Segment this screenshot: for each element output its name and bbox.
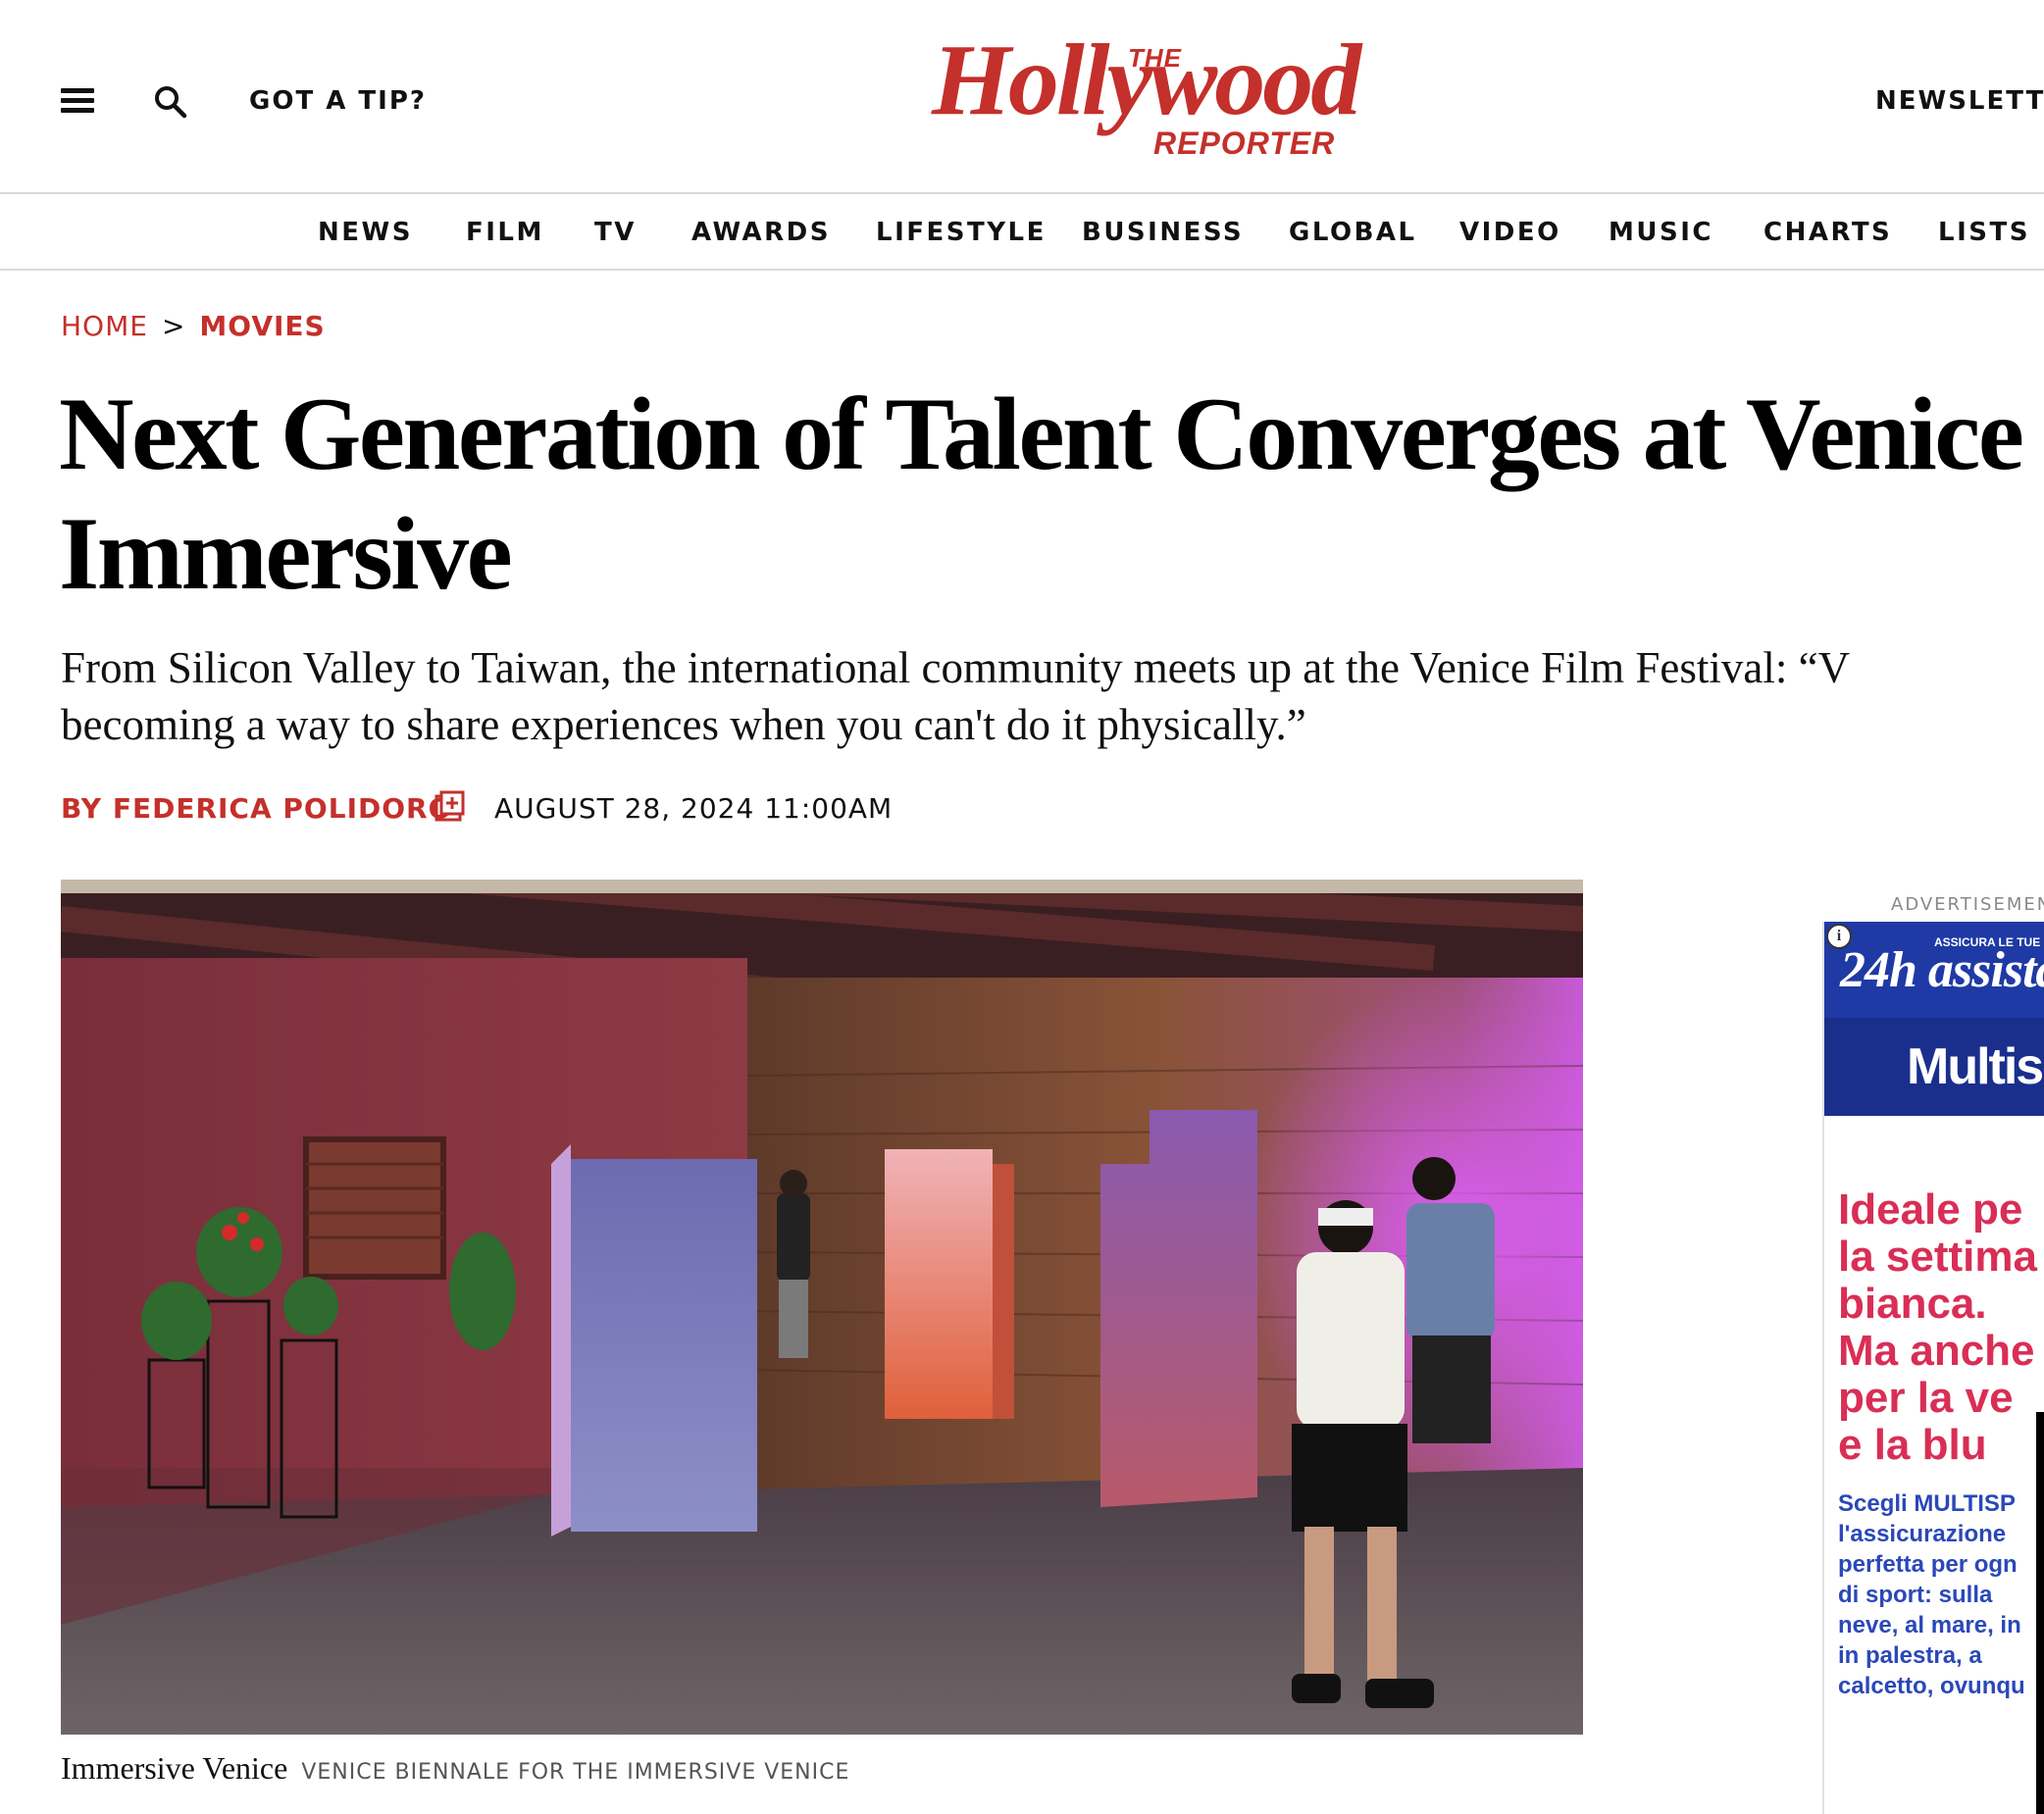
ad-body-line: Scegli MULTISP <box>1838 1490 2016 1517</box>
ad-brand-logo: 24h assistance <box>1840 942 2044 998</box>
nav-item-lifestyle[interactable]: LIFESTYLE <box>876 218 1047 247</box>
ad-product-name: Multisp <box>1907 1038 2044 1095</box>
menu-icon[interactable] <box>61 88 94 114</box>
advertisement-label: ADVERTISEMEN <box>1891 894 2044 915</box>
ad-headline-line: per la ve <box>1838 1374 2014 1422</box>
nav-item-video[interactable]: VIDEO <box>1459 218 1561 247</box>
ad-product-banner: Multisp <box>1824 1018 2044 1116</box>
ad-headline-line: bianca. <box>1838 1280 1987 1328</box>
nav-item-business[interactable]: BUSINESS <box>1082 218 1244 247</box>
author-byline[interactable]: BY FEDERICA POLIDORO <box>61 792 452 825</box>
nav-item-lists[interactable]: LISTS <box>1938 218 2030 247</box>
article-dek: From Silicon Valley to Taiwan, the inter… <box>61 639 2044 753</box>
ad-headline-line: Ma anche <box>1838 1327 2035 1375</box>
breadcrumb: HOME > MOVIES <box>61 310 326 342</box>
breadcrumb-movies[interactable]: MOVIES <box>199 310 325 342</box>
ad-body-line: in palestra, a <box>1838 1642 1982 1669</box>
ad-body-line: di sport: sulla <box>1838 1582 1993 1608</box>
ad-body-line: calcetto, ovunqu <box>1838 1673 2025 1699</box>
sidebar-advertisement[interactable]: 24h assistance ASSICURA LE TUE Multisp i… <box>1822 922 2044 1814</box>
ad-tagline: ASSICURA LE TUE <box>1934 935 2041 949</box>
nav-item-music[interactable]: MUSIC <box>1609 218 1713 247</box>
nav-item-charts[interactable]: CHARTS <box>1763 218 1892 247</box>
ad-info-icon[interactable]: i <box>1826 924 1852 949</box>
ad-body-line: perfetta per ogn <box>1838 1551 2018 1578</box>
image-caption-title: Immersive Venice <box>61 1750 288 1786</box>
article-dek-line-2: becoming a way to share experiences when… <box>61 700 1306 749</box>
search-icon[interactable] <box>153 84 188 120</box>
nav-item-global[interactable]: GLOBAL <box>1289 218 1417 247</box>
article-dek-line-1: From Silicon Valley to Taiwan, the inter… <box>61 643 1851 692</box>
breadcrumb-separator: > <box>161 310 186 342</box>
ad-headline-line: la settima <box>1838 1233 2037 1281</box>
breadcrumb-home[interactable]: HOME <box>61 310 148 342</box>
ad-body-line: neve, al mare, in <box>1838 1612 2021 1638</box>
ad-scroll-edge <box>2036 1412 2044 1814</box>
site-logo[interactable]: Hollywood THE REPORTER <box>922 29 1412 167</box>
immersive-venice-photo <box>61 880 1583 1735</box>
site-header: GOT A TIP? Hollywood THE REPORTER NEWSLE… <box>0 0 2044 194</box>
publish-date: AUGUST 28, 2024 11:00AM <box>494 792 894 825</box>
ad-headline-line: e la blu <box>1838 1421 1987 1469</box>
logo-the: THE <box>1128 43 1182 73</box>
ad-body-text: Scegli MULTISP l'assicurazione perfetta … <box>1838 1488 2044 1701</box>
image-credit: VENICE BIENNALE FOR THE IMMERSIVE VENICE <box>301 1760 850 1785</box>
ad-body-line: l'assicurazione <box>1838 1521 2007 1547</box>
article-hero-image[interactable] <box>61 880 1583 1735</box>
logo-reporter: REPORTER <box>1153 126 1336 161</box>
nav-item-film[interactable]: FILM <box>466 218 544 247</box>
image-caption: Immersive Venice VENICE BIENNALE FOR THE … <box>61 1750 849 1787</box>
main-navigation: NEWS FILM TV AWARDS LIFESTYLE BUSINESS G… <box>0 194 2044 271</box>
ad-headline-line: Ideale pe <box>1838 1185 2023 1234</box>
nav-item-news[interactable]: NEWS <box>318 218 413 247</box>
got-a-tip-link[interactable]: GOT A TIP? <box>249 86 427 116</box>
newsletters-link[interactable]: NEWSLETTE <box>1875 86 2044 116</box>
article-headline: Next Generation of Talent Converges at V… <box>59 377 2024 611</box>
ad-headline: Ideale pe la settima bianca. Ma anche pe… <box>1838 1186 2044 1469</box>
nav-item-tv[interactable]: TV <box>594 218 637 247</box>
nav-item-awards[interactable]: AWARDS <box>691 218 831 247</box>
ad-brand-banner: 24h assistance ASSICURA LE TUE <box>1824 922 2044 1018</box>
author-bio-icon[interactable] <box>434 790 465 822</box>
